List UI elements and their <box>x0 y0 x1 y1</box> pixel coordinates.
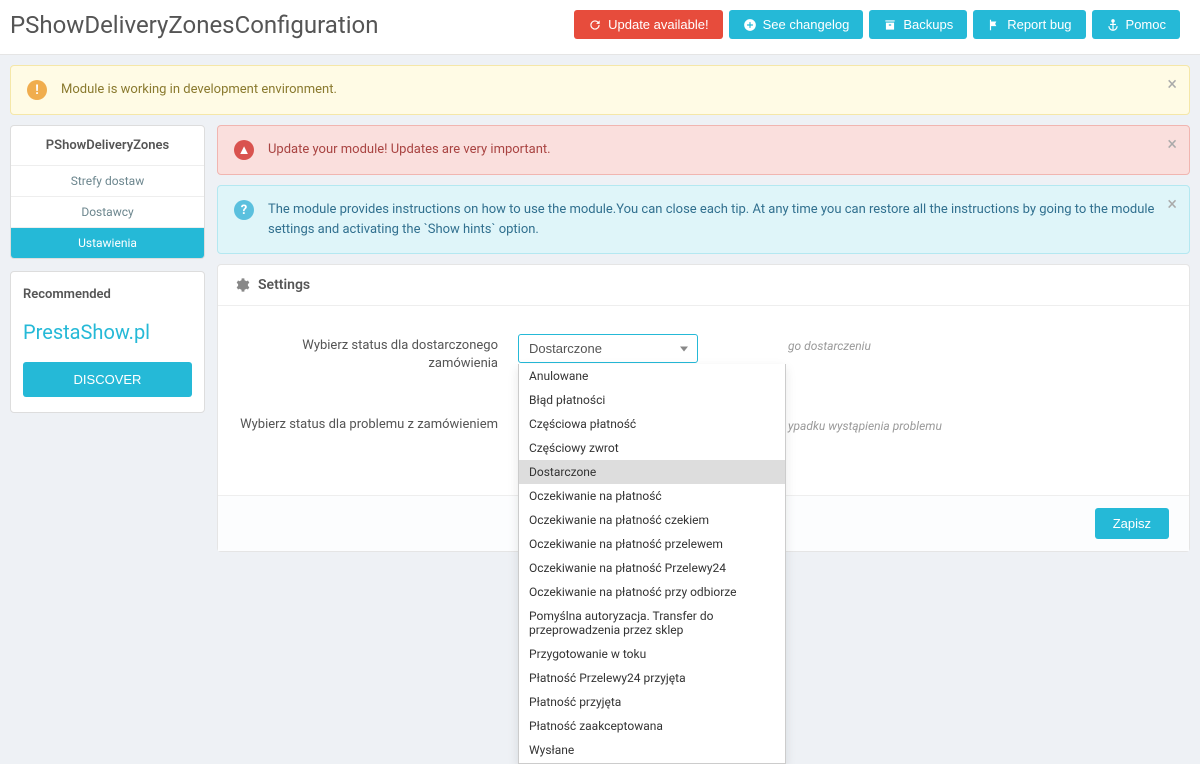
status-dropdown: AnulowaneBłąd płatnościCzęściowa płatnoś… <box>518 364 786 764</box>
plus-circle-icon <box>743 18 757 32</box>
save-button[interactable]: Zapisz <box>1095 508 1169 539</box>
dropdown-option[interactable]: Płatność zaakceptowana <box>519 714 785 738</box>
dropdown-option[interactable]: Przygotowanie w toku <box>519 642 785 666</box>
dropdown-option[interactable]: Częściowa płatność <box>519 412 785 436</box>
update-alert: ▲ Update your module! Updates are very i… <box>217 125 1190 175</box>
changelog-button[interactable]: See changelog <box>729 10 864 39</box>
dropdown-option[interactable]: Oczekiwanie na płatność <box>519 484 785 508</box>
dropdown-option[interactable]: Płatność Przelewy24 przyjęta <box>519 666 785 690</box>
dropdown-option[interactable]: Pomyślna autoryzacja. Transfer do przepr… <box>519 604 785 642</box>
anchor-icon <box>1106 18 1120 32</box>
dropdown-option[interactable]: Oczekiwanie na płatność czekiem <box>519 508 785 532</box>
dropdown-option[interactable]: Oczekiwanie na płatność przelewem <box>519 532 785 556</box>
danger-icon: ▲ <box>234 140 254 160</box>
gears-icon <box>234 277 250 293</box>
recommended-title: Recommended <box>23 287 192 302</box>
delivered-status-select[interactable] <box>518 334 698 363</box>
warning-icon: ! <box>27 80 47 100</box>
instructions-alert: ? The module provides instructions on ho… <box>217 185 1190 254</box>
dropdown-option[interactable]: Częściowy zwrot <box>519 436 785 460</box>
sidebar-item-zones[interactable]: Strefy dostaw <box>11 166 204 197</box>
dev-env-alert: ! Module is working in development envir… <box>10 65 1190 115</box>
dropdown-option[interactable]: Oczekiwanie na płatność przy odbiorze <box>519 580 785 604</box>
close-icon[interactable]: × <box>1167 196 1177 214</box>
form-row-delivered-status: Wybierz status dla dostarczonego zamówie… <box>238 334 1169 373</box>
sidebar-title: PShowDeliveryZones <box>11 126 204 166</box>
dropdown-option[interactable]: Dostarczone <box>519 460 785 484</box>
settings-panel: Settings Wybierz status dla dostarczoneg… <box>217 264 1190 552</box>
dropdown-option[interactable]: Oczekiwanie na płatność Przelewy24 <box>519 556 785 580</box>
prestashow-link[interactable]: PrestaShow.pl <box>23 320 192 344</box>
info-icon: ? <box>234 200 254 220</box>
dropdown-option[interactable]: Błąd płatności <box>519 388 785 412</box>
close-icon[interactable]: × <box>1167 76 1177 94</box>
recommended-panel: Recommended PrestaShow.pl DISCOVER <box>10 271 205 413</box>
page-header: PShowDeliveryZonesConfiguration Update a… <box>0 0 1200 55</box>
settings-header: Settings <box>218 265 1189 306</box>
sidebar: PShowDeliveryZones Strefy dostaw Dostawc… <box>10 125 205 413</box>
dropdown-option[interactable]: Płatność przyjęta <box>519 690 785 714</box>
report-bug-button[interactable]: Report bug <box>973 10 1085 39</box>
sidebar-item-settings[interactable]: Ustawienia <box>11 228 204 258</box>
discover-button[interactable]: DISCOVER <box>23 362 192 397</box>
delivered-status-label: Wybierz status dla dostarczonego zamówie… <box>238 334 518 373</box>
page-title: PShowDeliveryZonesConfiguration <box>10 11 574 39</box>
problem-status-label: Wybierz status dla problemu z zamówienie… <box>238 413 518 434</box>
close-icon[interactable]: × <box>1167 136 1177 154</box>
dropdown-option[interactable]: Wysłane <box>519 738 785 762</box>
refresh-icon <box>588 18 602 32</box>
archive-icon <box>883 18 897 32</box>
header-buttons: Update available! See changelog Backups … <box>574 10 1180 39</box>
sidebar-item-suppliers[interactable]: Dostawcy <box>11 197 204 228</box>
sidebar-nav: PShowDeliveryZones Strefy dostaw Dostawc… <box>10 125 205 259</box>
flag-icon <box>987 18 1001 32</box>
main-content: ▲ Update your module! Updates are very i… <box>217 125 1190 552</box>
help-button[interactable]: Pomoc <box>1092 10 1180 39</box>
update-available-button[interactable]: Update available! <box>574 10 722 39</box>
dropdown-option[interactable]: Anulowane <box>519 364 785 388</box>
problem-status-help: ypadku wystąpienia problemu <box>788 419 1169 433</box>
backups-button[interactable]: Backups <box>869 10 967 39</box>
delivered-status-help: go dostarczeniu <box>788 339 1169 353</box>
settings-title: Settings <box>258 277 310 293</box>
